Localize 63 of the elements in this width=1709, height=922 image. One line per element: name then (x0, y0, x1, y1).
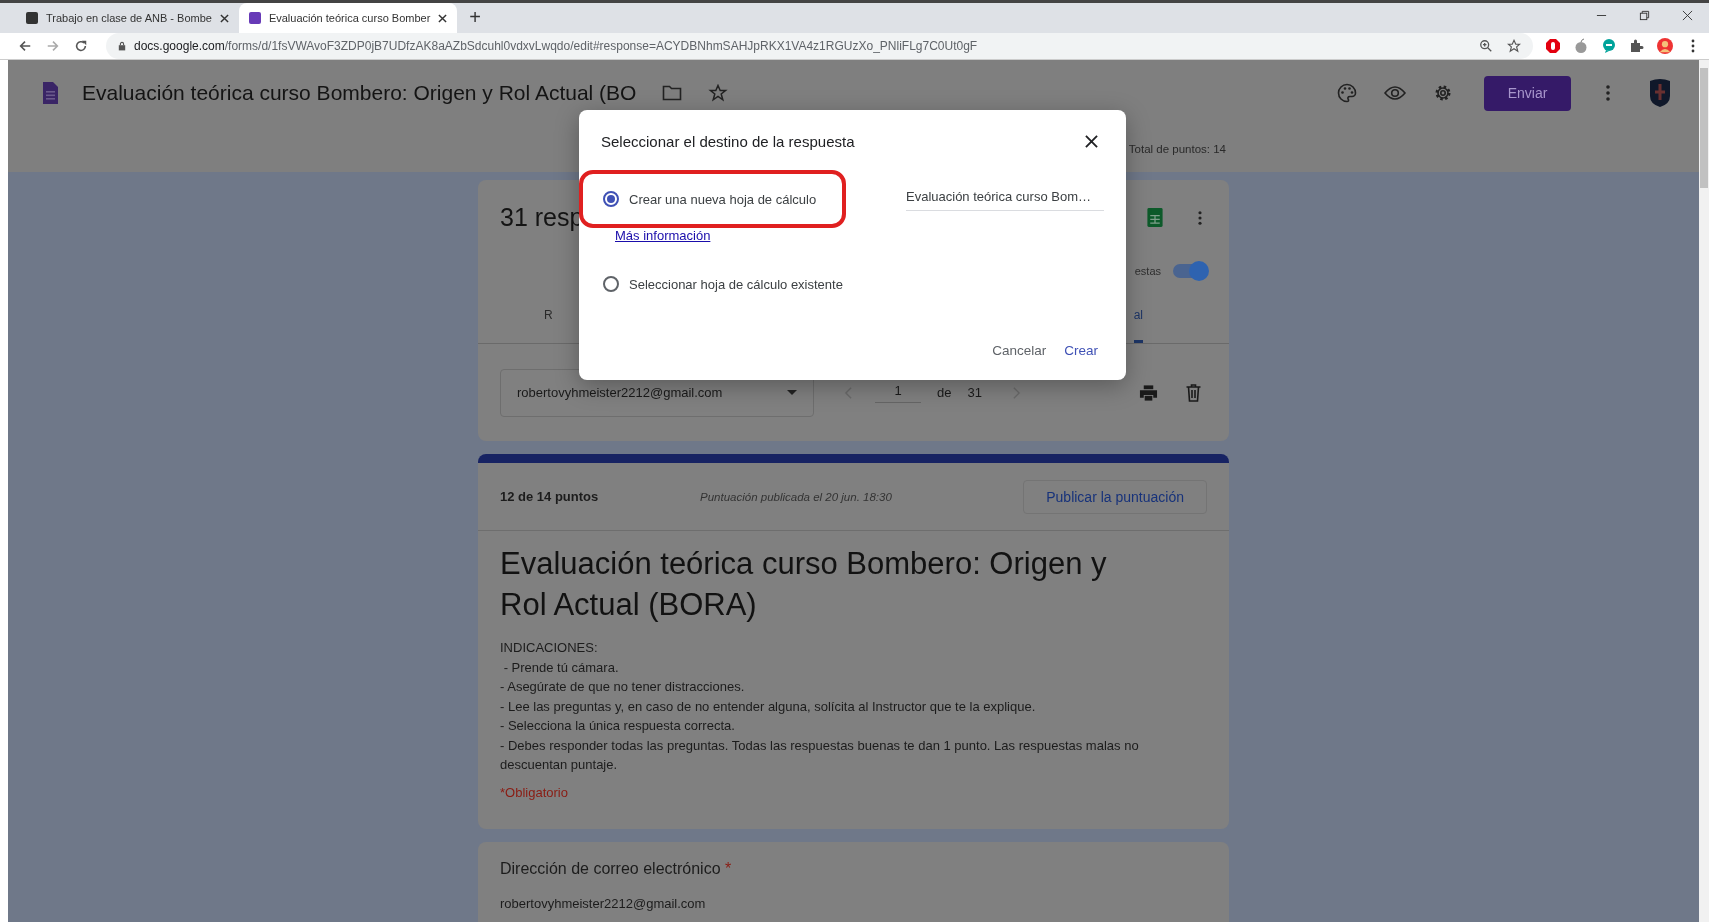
form-title[interactable]: Evaluación teórica curso Bombero: Origen y Rol Actual (BO (82, 81, 637, 105)
required-mark: * (725, 860, 732, 877)
published-note: Puntuación publicada el 20 jun. 18:30 (700, 490, 893, 503)
close-icon[interactable] (1682, 10, 1693, 21)
accepting-responses-label: estas (1134, 264, 1161, 277)
avatar-icon[interactable] (1657, 38, 1673, 54)
url-path: /forms/d/1fsVWAvoF3ZDP0jB7UDfzAK8aAZbSdcuhl0vdxvLwqdo/edit#response=ACYDBNhmSAHJpRKX1VA4z1RGUzXo_PNliFLg7C0Ut0gF (224, 39, 978, 53)
question-label: Dirección de correo electrónico (500, 860, 721, 877)
url-host: docs.google.com (134, 39, 225, 53)
new-tab-button[interactable]: + (469, 6, 481, 29)
dialog-title: Seleccionar el destino de la respuesta (601, 132, 855, 150)
puzzle-icon[interactable] (1629, 38, 1645, 54)
instruction-line: - Asegúrate de que no tener distracciones. (500, 678, 746, 696)
close-icon[interactable] (219, 13, 229, 23)
page-number-field[interactable]: 1 (875, 382, 921, 403)
apple-icon[interactable] (1573, 38, 1589, 54)
browser-tab[interactable]: Evaluación teórica curso Bomber (238, 3, 458, 33)
close-icon[interactable] (438, 13, 448, 23)
send-button[interactable]: Enviar (1484, 75, 1571, 111)
instruction-line: - Lee las preguntas y, en caso de no entender alguna, solícita al Instructor que te la explique. (500, 697, 1037, 716)
sheet-name-field[interactable]: Evaluación teórica curso Bom… (906, 183, 1104, 211)
zoom-icon[interactable] (1479, 39, 1493, 53)
instruction-line: - Selecciona la única respuesta correcta. (500, 717, 736, 735)
form-document-icon[interactable] (42, 82, 58, 104)
chat-bubble-icon[interactable] (1601, 38, 1617, 54)
responses-tab[interactable]: R (544, 287, 553, 344)
trash-icon[interactable] (1184, 383, 1203, 402)
required-note: *Obligatorio (500, 784, 569, 800)
stop-sign-icon[interactable] (1545, 38, 1561, 54)
favicon-icon (26, 12, 38, 24)
instruction-line: INDICACIONES: (500, 639, 599, 657)
total-points: Total de puntos: 14 (1128, 143, 1226, 155)
caret-icon[interactable] (787, 390, 797, 396)
print-icon[interactable] (1139, 383, 1158, 402)
scrollbar[interactable] (1699, 60, 1709, 922)
lock-icon (118, 41, 126, 51)
learn-more-link[interactable]: Más información (615, 228, 711, 243)
option-label[interactable]: Seleccionar hoja de cálculo existente (629, 276, 843, 292)
reload-icon[interactable] (74, 39, 88, 53)
eye-icon[interactable] (1384, 83, 1406, 103)
page-of-label: de (937, 385, 952, 401)
instruction-line: - Prende tú cámara. (502, 658, 620, 677)
page-total: 31 (967, 385, 982, 401)
star-icon[interactable] (1507, 39, 1521, 53)
accepting-toggle[interactable] (1173, 263, 1207, 278)
score-label: 12 de 14 puntos (500, 489, 600, 504)
spreadsheet-icon[interactable] (1147, 208, 1163, 228)
palette-icon[interactable] (1336, 83, 1358, 103)
star-icon[interactable] (708, 84, 729, 102)
close-icon[interactable] (1085, 134, 1098, 148)
address-bar[interactable]: docs.google.com/forms/d/1fsVWAvoF3ZDP0jB7UDfzAK8aAZbSdcuhl0vdxvLwqdo/edit#response=ACYDBNhmSAHJpRKX1VA4z1RGUzXo_PNliFLg7C0Ut0gF (106, 33, 1533, 59)
favicon-icon (248, 12, 261, 24)
instruction-line: - Debes responder todas las preguntas. Todas las respuestas buenas te dan 1 punto. Las respuestas malas no descuentan puntaje. (500, 736, 1140, 774)
radio-button[interactable] (603, 191, 619, 207)
restore-icon[interactable] (1639, 10, 1650, 21)
folder-icon[interactable] (662, 84, 683, 102)
radio-button[interactable] (603, 276, 619, 292)
answer-text: robertovyhmeister2212@gmail.com (500, 896, 707, 911)
browser-tab[interactable]: Trabajo en clase de ANB - Bombe (16, 3, 239, 33)
shield-icon[interactable] (1647, 78, 1673, 108)
form-heading: Evaluación teórica curso Bombero: Origen y Rol Actual (BORA) (500, 545, 1108, 624)
option-label[interactable]: Crear una nueva hoja de cálculo (629, 191, 817, 207)
back-icon[interactable] (18, 39, 32, 53)
